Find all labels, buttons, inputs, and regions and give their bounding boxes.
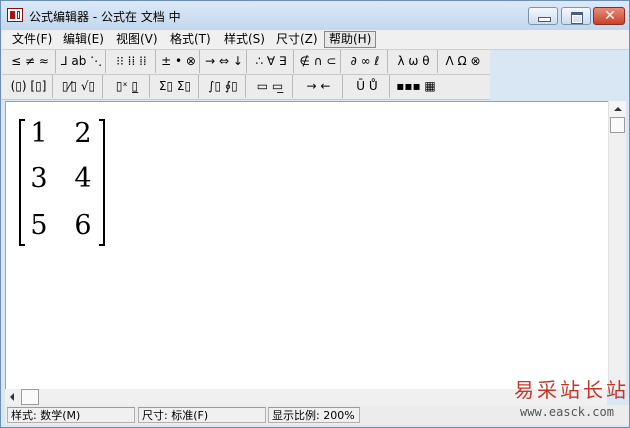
matrix-formula[interactable]: 1 2 3 4 5 6 — [19, 119, 105, 246]
scroll-left-arrow-icon[interactable] — [5, 389, 21, 405]
menu-help[interactable]: 帮助(H) — [324, 31, 377, 48]
vertical-scroll-thumb[interactable] — [610, 117, 625, 133]
set-theory-palette-button[interactable]: ∉ ∩ ⊂ — [296, 50, 341, 73]
maximize-button[interactable] — [561, 7, 591, 25]
matrix-cell[interactable]: 1 — [29, 119, 49, 149]
matrix-cell[interactable]: 4 — [73, 164, 93, 194]
greek-lowercase-palette-button[interactable]: λ ω θ — [390, 50, 438, 73]
labeled-arrow-template-button[interactable]: → ← — [295, 75, 343, 98]
logic-palette-button[interactable]: ∴ ∀ ∃ — [249, 50, 294, 73]
template-palette-toolbar: (▯) [▯] ▯⁄▯ √▯ ▯ˣ ▯̲ Σ▯ Σ▯ ∫▯ ∮▯ ▭ ▭̲ → … — [2, 75, 490, 100]
matrix-cell[interactable]: 6 — [73, 211, 93, 241]
minimize-button[interactable] — [528, 7, 558, 25]
product-set-template-button[interactable]: Ū Ů — [345, 75, 390, 98]
summation-template-button[interactable]: Σ▯ Σ▯ — [152, 75, 199, 98]
minimize-icon — [538, 17, 551, 22]
menu-edit[interactable]: 编辑(E) — [59, 31, 108, 48]
window-title: 公式编辑器 - 公式在 文档 中 — [29, 10, 181, 24]
matrix-template-button[interactable]: ▪▪▪ ▦ — [392, 75, 440, 98]
matrix-cell[interactable]: 5 — [29, 211, 49, 241]
title-bar[interactable]: 公式编辑器 - 公式在 文档 中 ✕ — [1, 1, 629, 30]
status-size: 尺寸: 标准(F) — [138, 407, 266, 423]
menu-format[interactable]: 格式(T) — [166, 31, 215, 48]
menu-bar: 文件(F) 编辑(E) 视图(V) 格式(T) 样式(S) 尺寸(Z) 帮助(H… — [2, 30, 629, 50]
symbol-palette-toolbar: ≤ ≠ ≈ ⅃ ab ⋱ ⁝⁝ ⁞⁞ ⁞⁞ ± • ⊗ → ⇔ ↓ ∴ ∀ ∃ … — [2, 50, 490, 75]
maximize-icon — [571, 12, 583, 24]
script-template-button[interactable]: ▯ˣ ▯̲ — [105, 75, 150, 98]
overbar-template-button[interactable]: ▭ ▭̲ — [248, 75, 293, 98]
embellishments-palette-button[interactable]: ⁝⁝ ⁞⁞ ⁞⁞ — [108, 50, 156, 73]
status-zoom: 显示比例: 200% — [268, 407, 360, 423]
scroll-up-arrow-icon[interactable] — [609, 101, 626, 117]
matrix-cell[interactable]: 2 — [73, 119, 93, 149]
misc-symbols-palette-button[interactable]: ∂ ∞ ℓ — [343, 50, 388, 73]
operators-palette-button[interactable]: ± • ⊗ — [158, 50, 200, 73]
greek-uppercase-palette-button[interactable]: Λ Ω ⊗ — [440, 50, 486, 73]
equation-editor-window: 公式编辑器 - 公式在 文档 中 ✕ 文件(F) 编辑(E) 视图(V) 格式(… — [0, 0, 630, 428]
relations-palette-button[interactable]: ≤ ≠ ≈ — [5, 50, 56, 73]
menu-view[interactable]: 视图(V) — [112, 31, 162, 48]
spaces-palette-button[interactable]: ⅃ ab ⋱ — [58, 50, 106, 73]
right-bracket — [99, 119, 105, 246]
horizontal-scroll-thumb[interactable] — [21, 389, 39, 405]
matrix-cell[interactable]: 3 — [29, 164, 49, 194]
fraction-radical-template-button[interactable]: ▯⁄▯ √▯ — [55, 75, 103, 98]
close-icon: ✕ — [604, 8, 616, 24]
left-bracket — [19, 119, 25, 246]
status-style: 样式: 数学(M) — [7, 407, 135, 423]
watermark-logo-text: 易采站长站 — [514, 378, 629, 402]
watermark-url: www.easck.com — [520, 405, 614, 419]
close-button[interactable]: ✕ — [593, 7, 625, 25]
arrows-palette-button[interactable]: → ⇔ ↓ — [202, 50, 247, 73]
integral-template-button[interactable]: ∫▯ ∮▯ — [201, 75, 246, 98]
menu-size[interactable]: 尺寸(Z) — [272, 31, 322, 48]
menu-file[interactable]: 文件(F) — [8, 31, 56, 48]
app-icon — [7, 8, 23, 22]
menu-style[interactable]: 样式(S) — [220, 31, 269, 48]
vertical-scrollbar[interactable] — [608, 101, 626, 389]
fences-template-button[interactable]: (▯) [▯] — [5, 75, 53, 98]
